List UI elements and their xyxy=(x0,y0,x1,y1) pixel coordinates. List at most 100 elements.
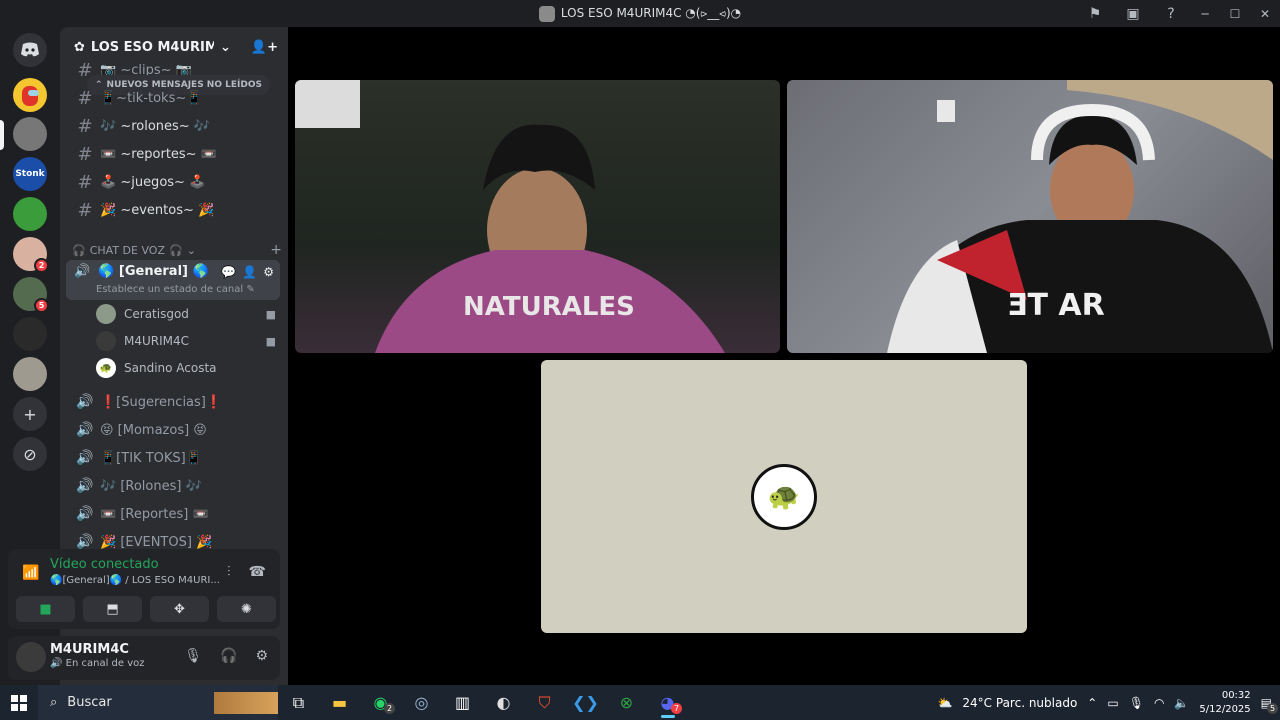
server-icon xyxy=(538,5,555,22)
weather-text[interactable]: 24°C Parc. nublado xyxy=(962,696,1077,710)
active-voice-channel[interactable]: 🔊 🌎 [General] 🌎 Establece un estado de c… xyxy=(66,260,280,300)
voice-channel-sugerencias[interactable]: 🔊 ❗[Sugerencias]❗ xyxy=(68,389,280,415)
window-title: LOS ESO M4URIM4C ◔(⪧__⪦)◔ xyxy=(560,6,742,20)
notifications-icon[interactable]: ▤ 5 xyxy=(1261,696,1278,714)
voice-user[interactable]: M4URIM4C ■ xyxy=(96,329,276,353)
windows-taskbar: ⌕ Buscar ⧉ ▬ ◉ 2 ◎ ▥ ◐ ⛉ ❮❯ ⊗ ◕ 7 ⛅ 24°C P… xyxy=(0,685,1280,720)
taskbar-search[interactable]: ⌕ Buscar xyxy=(38,685,278,720)
server-icon-current[interactable] xyxy=(13,117,47,151)
avatar: 🐢 xyxy=(751,464,817,530)
server-icon-stonks[interactable]: Stonk xyxy=(13,157,47,191)
channel-juegos[interactable]: # 🕹️ ~juegos~ 🕹️ xyxy=(68,169,280,195)
volume-icon[interactable]: 🔈 xyxy=(1174,696,1189,710)
noise-suppression-icon[interactable]: ⫶ xyxy=(227,564,231,580)
invite-people-icon[interactable]: 👤+ xyxy=(251,40,278,55)
inbox-icon[interactable]: ▣ xyxy=(1114,0,1152,27)
screen-share-icon: ⬒ xyxy=(106,601,119,617)
minimize-button[interactable]: ─ xyxy=(1190,0,1220,27)
video-tile-sandino-acosta[interactable]: 🐢 xyxy=(541,360,1027,633)
weather-icon[interactable]: ⛅ xyxy=(937,696,952,710)
server-icon-anime[interactable]: 2 xyxy=(13,237,49,273)
video-tile-ceratisgod[interactable]: NATURALES xyxy=(295,80,780,353)
voice-user[interactable]: Ceratisgod ■ xyxy=(96,302,276,326)
headphones-icon: 🎧 xyxy=(168,243,183,257)
opera-gx-icon[interactable]: ◐ xyxy=(483,685,524,720)
activities-icon: ✥ xyxy=(174,601,185,617)
microphone-icon[interactable]: 🎙 xyxy=(184,648,202,664)
device-icon[interactable]: ▭ xyxy=(1107,696,1118,710)
channel-rolones[interactable]: # 🎶 ~rolones~ 🎶 xyxy=(68,113,280,139)
channel-tik-toks[interactable]: # 📱~tik-toks~📱 xyxy=(68,85,280,111)
windows-start-button[interactable] xyxy=(0,685,38,720)
video-stage: NATURALES ƎT AR 🐢 xyxy=(288,27,1280,685)
hash-icon: # xyxy=(77,199,93,221)
server-icon-cat[interactable] xyxy=(13,357,47,391)
file-explorer-icon[interactable]: ▬ xyxy=(319,685,360,720)
system-tray: ⛅ 24°C Parc. nublado ⌃ ▭ 🎙 ◠ 🔈 00:32 5/1… xyxy=(937,689,1280,717)
channel-eventos[interactable]: # 🎉 ~eventos~ 🎉 xyxy=(68,197,280,223)
steam-icon[interactable]: ◎ xyxy=(401,685,442,720)
flag-icon[interactable]: ⚑ xyxy=(1076,0,1114,27)
video-tile-m4urim4c[interactable]: ƎT AR xyxy=(787,80,1273,353)
svg-text:ƎT AR: ƎT AR xyxy=(1007,288,1105,323)
voice-channel-rolones[interactable]: 🔊 🎶 [Rolones] 🎶 xyxy=(68,473,280,499)
channel-reportes[interactable]: # 📼 ~reportes~ 📼 xyxy=(68,141,280,167)
microphone-icon[interactable]: 🎙 xyxy=(1129,696,1144,710)
speaker-icon: 🔊 xyxy=(76,534,94,550)
explore-servers-button[interactable]: ⊘ xyxy=(13,437,47,471)
activities-button[interactable]: ✥ xyxy=(150,596,209,622)
screen-share-button[interactable]: ⬒ xyxy=(83,596,142,622)
create-channel-icon[interactable]: + xyxy=(270,242,282,258)
category-chat-de-voz[interactable]: 🎧 CHAT DE VOZ 🎧 ⌄ + xyxy=(72,242,282,258)
hash-icon: # xyxy=(77,143,93,165)
discord-home-button[interactable] xyxy=(13,33,47,67)
maximize-button[interactable]: ☐ xyxy=(1220,0,1250,27)
task-view-icon[interactable]: ⧉ xyxy=(278,685,319,720)
speaker-icon: 🔊 xyxy=(76,478,94,494)
signal-icon[interactable]: 📶 xyxy=(22,565,39,581)
server-icon-dark[interactable] xyxy=(13,317,47,351)
windows-logo-icon xyxy=(11,694,27,711)
voice-channel-link[interactable]: 🌎[General]🌎 / LOS ESO M4URI... xyxy=(50,575,220,586)
server-icon-among-us[interactable] xyxy=(13,78,47,112)
clock[interactable]: 00:32 5/12/2025 xyxy=(1199,689,1250,717)
headphones-icon[interactable]: 🎧 xyxy=(220,648,237,664)
discord-logo-icon xyxy=(21,42,39,57)
svg-text:NATURALES: NATURALES xyxy=(463,292,635,322)
participant-video: ƎT AR xyxy=(887,80,1273,353)
username: M4URIM4C xyxy=(50,642,129,657)
voice-channel-tik-toks[interactable]: 🔊 📱[TIK TOKS]📱 xyxy=(68,445,280,471)
voice-channel-reportes[interactable]: 🔊 📼 [Reportes] 📼 xyxy=(68,501,280,527)
chat-bubble-icon[interactable]: 💬 xyxy=(221,265,236,279)
whatsapp-icon[interactable]: ◉ 2 xyxy=(360,685,401,720)
avatar[interactable] xyxy=(16,642,46,672)
voice-user[interactable]: 🐢 Sandino Acosta xyxy=(96,356,276,380)
invite-icon[interactable]: 👤 xyxy=(242,265,257,279)
hash-icon: # xyxy=(77,115,93,137)
soundboard-button[interactable]: ✺ xyxy=(217,596,276,622)
voice-channel-momazos[interactable]: 🔊 😝 [Momazos] 😝 xyxy=(68,417,280,443)
channel-status-field[interactable]: Establece un estado de canal ✎ xyxy=(96,284,255,295)
server-name: LOS ESO M4URIM4C ... xyxy=(90,39,214,55)
voice-status: Vídeo conectado xyxy=(50,557,159,572)
server-icon-otter[interactable]: 5 xyxy=(13,277,49,313)
mention-badge: 5 xyxy=(34,298,49,313)
vscode-icon[interactable]: ❮❯ xyxy=(565,685,606,720)
xbox-icon[interactable]: ⊗ xyxy=(606,685,647,720)
participant-video: NATURALES xyxy=(295,80,725,353)
gear-icon[interactable]: ⚙ xyxy=(263,265,274,279)
close-button[interactable]: ✕ xyxy=(1250,0,1280,27)
disconnect-icon[interactable]: ☎ xyxy=(249,564,266,580)
gear-icon[interactable]: ⚙ xyxy=(255,648,268,664)
server-icon-jacke[interactable] xyxy=(13,197,47,231)
speaker-icon: 🔊 xyxy=(76,506,94,522)
discord-taskbar-icon[interactable]: ◕ 7 xyxy=(647,685,688,720)
help-icon[interactable]: ? xyxy=(1152,0,1190,27)
add-server-button[interactable]: + xyxy=(13,397,47,431)
wifi-icon[interactable]: ◠ xyxy=(1154,696,1164,710)
camera-button[interactable]: ■ xyxy=(16,596,75,622)
chevron-up-icon[interactable]: ⌃ xyxy=(1087,696,1097,710)
brave-browser-icon[interactable]: ⛉ xyxy=(524,685,565,720)
epic-games-icon[interactable]: ▥ xyxy=(442,685,483,720)
hash-icon: # xyxy=(77,171,93,193)
